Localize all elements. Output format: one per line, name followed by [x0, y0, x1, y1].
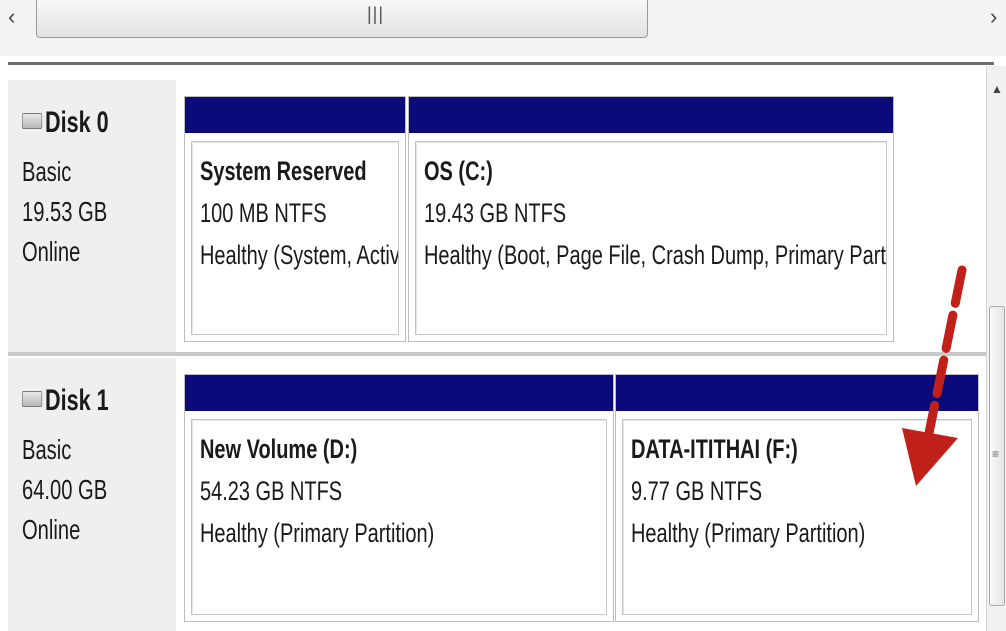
partition-os-c[interactable]: OS (C:) 19.43 GB NTFS Healthy (Boot, Pag…	[408, 96, 894, 342]
partition-filesystem: 54.23 GB NTFS	[200, 476, 343, 506]
partition-body: New Volume (D:) 54.23 GB NTFS Healthy (P…	[191, 419, 607, 615]
disk-1-label: Disk 1	[22, 384, 109, 418]
partition-title: System Reserved	[200, 156, 367, 186]
partition-status: Healthy (Boot, Page File, Crash Dump, Pr…	[424, 240, 887, 270]
partition-bar	[409, 97, 893, 133]
annotation-arrow-icon	[902, 265, 967, 486]
divider	[8, 62, 994, 65]
horizontal-scrollbar[interactable]: ‹ ||| ›	[0, 0, 1006, 56]
partition-bar	[185, 97, 405, 133]
partition-bar	[185, 375, 613, 411]
disk-0-label: Disk 0	[22, 106, 109, 140]
grip-icon: |||	[367, 4, 385, 24]
row-divider	[8, 352, 988, 356]
partition-system-reserved[interactable]: System Reserved 100 MB NTFS Healthy (Sys…	[184, 96, 406, 342]
disk-0-status: Online	[22, 236, 81, 267]
partition-status: Healthy (Primary Partition)	[631, 518, 866, 548]
disk-1-type: Basic	[22, 434, 72, 465]
grip-icon: ≡	[992, 447, 1000, 461]
disk-0-info[interactable]: Disk 0 Basic 19.53 GB Online	[8, 80, 176, 352]
partition-filesystem: 100 MB NTFS	[200, 198, 327, 228]
vertical-scroll-thumb[interactable]: ≡	[989, 306, 1005, 606]
partition-new-volume-d[interactable]: New Volume (D:) 54.23 GB NTFS Healthy (P…	[184, 374, 614, 622]
arrow-head	[902, 428, 958, 486]
partition-filesystem: 19.43 GB NTFS	[424, 198, 567, 228]
partition-body: OS (C:) 19.43 GB NTFS Healthy (Boot, Pag…	[415, 141, 887, 335]
arrow-shaft	[923, 265, 967, 443]
disk-1-status: Online	[22, 514, 81, 545]
disk-1-info[interactable]: Disk 1 Basic 64.00 GB Online	[8, 358, 176, 631]
partition-body: System Reserved 100 MB NTFS Healthy (Sys…	[191, 141, 399, 335]
disk-1-size: 64.00 GB	[22, 474, 108, 505]
scroll-left-icon[interactable]: ‹	[8, 4, 15, 30]
partition-title: OS (C:)	[424, 156, 493, 186]
partition-title: DATA-ITITHAI (F:)	[631, 434, 798, 464]
disk-icon	[22, 113, 43, 130]
vertical-scrollbar[interactable]: ▲ ≡	[986, 66, 1006, 631]
partition-title: New Volume (D:)	[200, 434, 358, 464]
horizontal-scroll-thumb[interactable]: |||	[36, 0, 648, 38]
disk-0-size: 19.53 GB	[22, 196, 108, 227]
scroll-up-icon[interactable]: ▲	[991, 82, 1003, 96]
partition-status: Healthy (Primary Partition)	[200, 518, 435, 548]
disk-icon	[22, 391, 43, 408]
partition-status: Healthy (System, Activ	[200, 240, 399, 270]
disk-0-type: Basic	[22, 156, 72, 187]
scroll-right-icon[interactable]: ›	[990, 4, 997, 30]
partition-filesystem: 9.77 GB NTFS	[631, 476, 763, 506]
